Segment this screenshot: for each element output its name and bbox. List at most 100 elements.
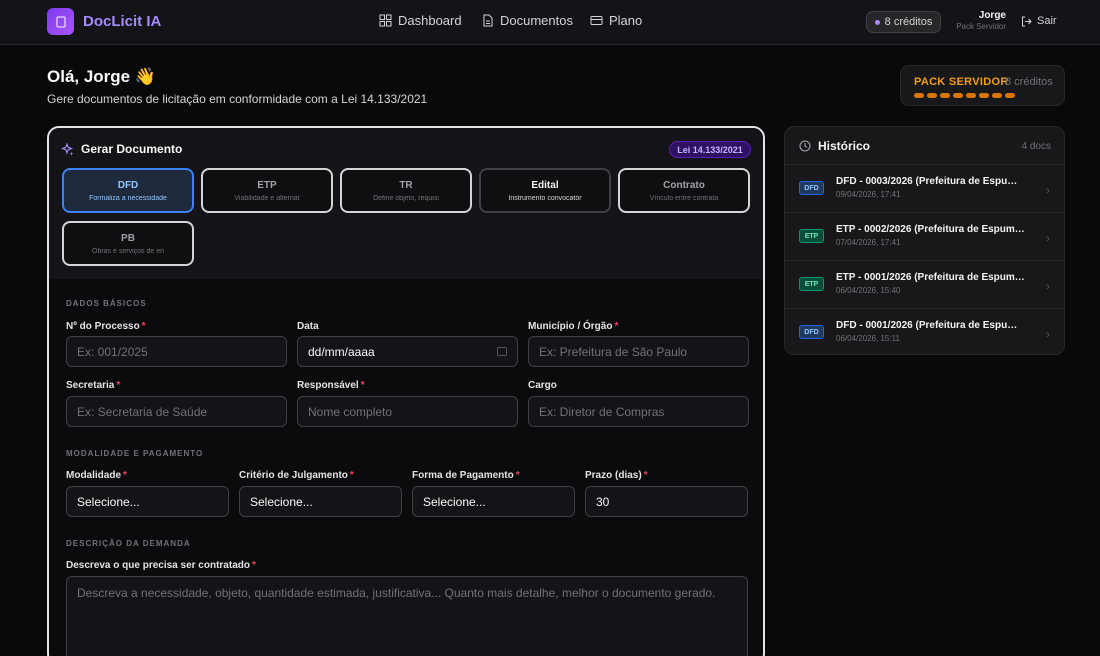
page-title: Olá, Jorge 👋	[47, 67, 157, 86]
processo-input[interactable]: Ex: 001/2025	[66, 336, 287, 367]
history-item[interactable]: DFD DFD - 0001/2026 (Prefeitura de Espum…	[785, 309, 1064, 354]
history-header: Histórico	[799, 139, 870, 153]
history-item-title: ETP - 0001/2026 (Prefeitura de Espumoso)	[836, 272, 1026, 283]
doc-tag: DFD	[799, 181, 824, 195]
doc-type-contrato[interactable]: Contrato Vínculo entre contrata	[618, 168, 750, 213]
user-plan: Pack Servidor	[956, 22, 1006, 31]
generate-document-card: Gerar Documento Lei 14.133/2021 DFD Form…	[47, 126, 765, 656]
doc-type-code: DFD	[117, 180, 139, 191]
doc-tag: DFD	[799, 325, 824, 339]
section-basic-data: DADOS BÁSICOS	[66, 299, 147, 308]
nav-dashboard[interactable]: Dashboard	[379, 13, 462, 28]
history-item-title: DFD - 0001/2026 (Prefeitura de Espumoso)	[836, 320, 1026, 331]
section-modality: MODALIDADE E PAGAMENTO	[66, 449, 204, 458]
sparkles-icon	[61, 142, 74, 156]
credit-pip	[992, 93, 1002, 98]
data-label: Data	[297, 321, 319, 332]
doc-type-desc: Vínculo entre contrata	[649, 195, 719, 202]
doc-tag: ETP	[799, 229, 824, 243]
card-title: Gerar Documento	[61, 142, 182, 156]
doc-type-code: Contrato	[663, 180, 705, 191]
chevron-right-icon: ›	[1046, 279, 1050, 293]
file-icon	[483, 14, 493, 27]
app-name[interactable]: DocLicit IA	[83, 13, 161, 30]
credit-pip	[927, 93, 937, 98]
date-value: dd/mm/aaaa	[308, 344, 375, 359]
credits-dot	[874, 19, 880, 25]
app-logo[interactable]	[47, 8, 74, 35]
criterio-select[interactable]: Selecione...	[239, 486, 402, 517]
nav-plano[interactable]: Plano	[590, 13, 642, 28]
prazo-label: Prazo (dias) *	[585, 470, 648, 481]
forma-select[interactable]: Selecione...	[412, 486, 575, 517]
history-item-title: ETP - 0002/2026 (Prefeitura de Espumoso)	[836, 224, 1026, 235]
doc-type-desc: Obras e serviços de en	[92, 248, 164, 255]
date-input[interactable]: dd/mm/aaaa	[297, 336, 518, 367]
credit-pip	[953, 93, 963, 98]
forma-label: Forma de Pagamento *	[412, 470, 520, 481]
history-item-date: 06/04/2026, 15:40	[836, 286, 901, 295]
doc-type-dfd[interactable]: DFD Formaliza a necessidade	[62, 168, 194, 213]
credits-label: 8 créditos	[884, 16, 933, 28]
doc-type-code: PB	[121, 233, 135, 244]
doc-type-code: Edital	[531, 180, 559, 191]
modalidade-select[interactable]: Selecione...	[66, 486, 229, 517]
doc-type-edital[interactable]: Edital Instrumento convocatór	[479, 168, 611, 213]
municipio-input[interactable]: Ex: Prefeitura de São Paulo	[528, 336, 749, 367]
card-icon	[590, 16, 603, 25]
doc-tag: ETP	[799, 277, 824, 291]
responsavel-label: Responsável *	[297, 380, 365, 391]
user-name: Jorge	[978, 10, 1006, 21]
history-panel: Histórico 4 docs DFD DFD - 0003/2026 (Pr…	[784, 126, 1065, 355]
cargo-input[interactable]: Ex: Diretor de Compras	[528, 396, 749, 427]
doc-type-tr[interactable]: TR Define objeto, requisi	[340, 168, 472, 213]
history-item-date: 09/04/2026, 17:41	[836, 190, 901, 199]
chevron-right-icon: ›	[1046, 183, 1050, 197]
nav-plano-label: Plano	[609, 13, 643, 28]
logout-button[interactable]: Sair	[1021, 15, 1057, 27]
credit-pip	[979, 93, 989, 98]
logout-icon	[1022, 16, 1032, 26]
history-item-date: 07/04/2026, 17:41	[836, 238, 901, 247]
doc-type-desc: Instrumento convocatór	[508, 195, 582, 202]
card-title-text: Gerar Documento	[81, 142, 183, 156]
credit-pip	[966, 93, 976, 98]
history-item-title: DFD - 0003/2026 (Prefeitura de Espumoso)	[836, 176, 1026, 187]
criterio-label: Critério de Julgamento *	[239, 470, 354, 481]
grid-icon	[379, 14, 392, 27]
doc-type-code: ETP	[257, 180, 277, 191]
clock-icon	[799, 140, 811, 152]
municipio-label: Município / Órgão *	[528, 321, 619, 332]
credit-pip	[940, 93, 950, 98]
nav-documentos[interactable]: Documentos	[481, 13, 573, 28]
responsavel-input[interactable]: Nome completo	[297, 396, 518, 427]
doc-type-etp[interactable]: ETP Viabilidade e alternat	[201, 168, 333, 213]
doc-type-desc: Viabilidade e alternat	[234, 195, 300, 202]
credit-pip	[1005, 93, 1015, 98]
descricao-label: Descreva o que precisa ser contratado *	[66, 560, 256, 571]
history-title: Histórico	[818, 139, 871, 153]
secretaria-input[interactable]: Ex: Secretaria de Saúde	[66, 396, 287, 427]
credit-pip	[914, 93, 924, 98]
modalidade-label: Modalidade *	[66, 470, 127, 481]
descricao-textarea[interactable]: Descreva a necessidade, objeto, quantida…	[66, 576, 748, 656]
history-item[interactable]: DFD DFD - 0003/2026 (Prefeitura de Espum…	[785, 165, 1064, 213]
doc-type-desc: Define objeto, requisi	[373, 195, 439, 202]
credits-badge[interactable]: 8 créditos	[866, 11, 941, 33]
chevron-right-icon: ›	[1046, 231, 1050, 245]
history-item[interactable]: ETP ETP - 0001/2026 (Prefeitura de Espum…	[785, 261, 1064, 309]
history-item[interactable]: ETP ETP - 0002/2026 (Prefeitura de Espum…	[785, 213, 1064, 261]
calendar-icon[interactable]	[497, 347, 507, 356]
credit-meter	[914, 93, 1015, 98]
doc-type-pb[interactable]: PB Obras e serviços de en	[62, 221, 194, 266]
history-item-date: 06/04/2026, 15:11	[836, 334, 900, 343]
law-badge: Lei 14.133/2021	[669, 141, 751, 158]
chevron-right-icon: ›	[1046, 327, 1050, 341]
prazo-input[interactable]: 30	[585, 486, 748, 517]
section-description: DESCRIÇÃO DA DEMANDA	[66, 539, 191, 548]
secretaria-label: Secretaria *	[66, 380, 121, 391]
doc-type-code: TR	[399, 180, 413, 191]
cargo-label: Cargo	[528, 380, 557, 391]
pack-credits: 8 créditos	[1005, 76, 1053, 88]
page-subtitle: Gere documentos de licitação em conformi…	[47, 92, 428, 106]
